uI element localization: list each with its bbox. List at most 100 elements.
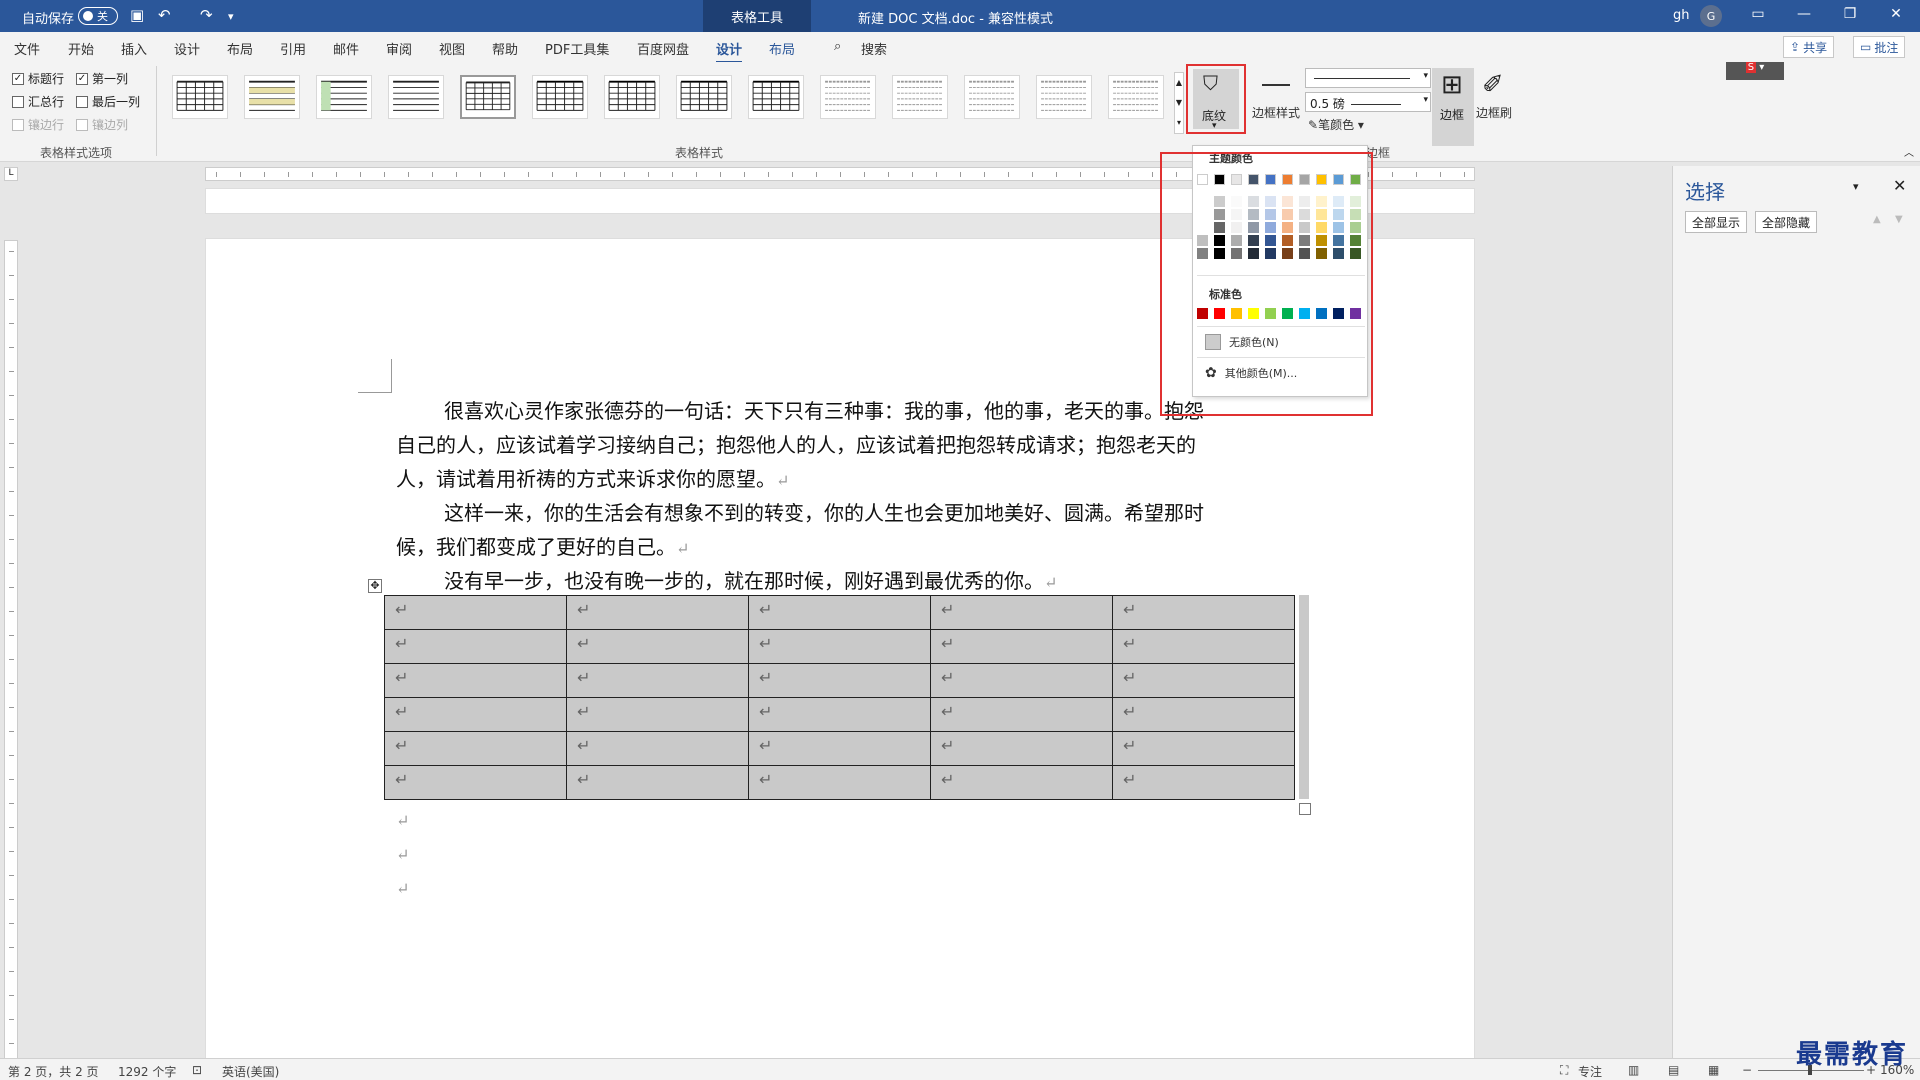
pen-color-button[interactable]: ✎笔颜色 ▾ <box>1308 116 1364 133</box>
move-down-icon[interactable]: ▼ <box>1895 214 1903 225</box>
table-style-thumb[interactable] <box>1108 75 1164 119</box>
table-cell[interactable]: ↵ <box>748 663 931 698</box>
tab-design[interactable]: 设计 <box>174 39 200 58</box>
border-styles-button[interactable]: 边框样式 <box>1252 104 1300 121</box>
table-cell[interactable]: ↵ <box>748 731 931 766</box>
minimize-icon[interactable]: — <box>1794 6 1814 22</box>
table-style-thumb[interactable] <box>964 75 1020 119</box>
tab-table-design[interactable]: 设计 <box>716 39 743 64</box>
table-cell[interactable]: ↵ <box>1112 731 1295 766</box>
document-table[interactable]: ↵ ↵ ↵ ↵ ↵ ↵ ↵ ↵ ↵ ↵ ↵ ↵ ↵ ↵ ↵ ↵ ↵ ↵ ↵ ↵ ↵ ↵ ↵ ↵ ↵ ↵ ↵ ↵ ↵ ↵ <box>384 595 1295 800</box>
pen-weight-select[interactable]: 0.5 磅 ▾ <box>1305 92 1431 112</box>
table-cell[interactable]: ↵ <box>566 697 749 732</box>
table-style-thumb[interactable] <box>1036 75 1092 119</box>
focus-mode[interactable]: 专注 <box>1578 1063 1602 1080</box>
line-style-select[interactable]: ▾ <box>1305 68 1431 88</box>
table-style-thumb[interactable] <box>388 75 444 119</box>
table-style-thumb[interactable] <box>676 75 732 119</box>
table-cell[interactable]: ↵ <box>566 595 749 630</box>
table-cell[interactable]: ↵ <box>384 697 567 732</box>
table-style-thumb[interactable] <box>460 75 516 119</box>
pane-options-icon[interactable]: ▾ <box>1853 180 1859 193</box>
table-resize-handle[interactable] <box>1299 803 1311 815</box>
table-style-thumb[interactable] <box>316 75 372 119</box>
comment-button[interactable]: ▭ 批注 <box>1853 36 1906 58</box>
banded-rows-checkbox[interactable]: 镶边行 <box>12 116 64 133</box>
table-cell[interactable]: ↵ <box>748 629 931 664</box>
table-cell[interactable]: ↵ <box>566 663 749 698</box>
table-cell[interactable]: ↵ <box>748 595 931 630</box>
proofing-icon[interactable]: ⊡ <box>192 1063 202 1077</box>
table-cell[interactable]: ↵ <box>566 765 749 800</box>
save-icon[interactable]: ▣ <box>130 6 144 24</box>
table-cell[interactable]: ↵ <box>1112 595 1295 630</box>
autosave-toggle[interactable]: 关 <box>78 7 118 25</box>
paragraph-line[interactable]: 很喜欢心灵作家张德芬的一句话：天下只有三种事：我的事，他的事，老天的事。抱怨 <box>444 395 1204 424</box>
table-style-thumb[interactable] <box>820 75 876 119</box>
tab-layout[interactable]: 布局 <box>227 39 253 58</box>
show-all-button[interactable]: 全部显示 <box>1685 211 1748 233</box>
search-icon[interactable]: ⌕ <box>834 39 841 54</box>
input-method-badge[interactable]: S ▾ <box>1726 62 1784 80</box>
word-count[interactable]: 1292 个字 <box>118 1063 176 1080</box>
tab-selector[interactable]: L <box>4 167 18 181</box>
table-style-thumb[interactable] <box>244 75 300 119</box>
page-count[interactable]: 第 2 页，共 2 页 <box>8 1063 99 1080</box>
ribbon-display-icon[interactable]: ▭ <box>1748 6 1768 22</box>
table-cell[interactable]: ↵ <box>566 731 749 766</box>
paragraph-line[interactable]: 人，请试着用祈祷的方式来诉求你的愿望。↵ <box>396 463 789 492</box>
table-cell[interactable]: ↵ <box>930 663 1113 698</box>
close-icon[interactable]: ✕ <box>1886 6 1906 22</box>
table-cell[interactable]: ↵ <box>384 629 567 664</box>
table-cell[interactable]: ↵ <box>930 765 1113 800</box>
table-move-handle[interactable]: ✥ <box>368 579 382 593</box>
paragraph-mark[interactable]: ↵ <box>396 811 409 830</box>
table-cell[interactable]: ↵ <box>384 731 567 766</box>
tab-mailings[interactable]: 邮件 <box>333 39 359 58</box>
table-cell[interactable]: ↵ <box>1112 765 1295 800</box>
vertical-ruler[interactable] <box>4 240 18 1070</box>
table-cell[interactable]: ↵ <box>930 697 1113 732</box>
banded-columns-checkbox[interactable]: 镶边列 <box>76 116 128 133</box>
restore-icon[interactable]: ❐ <box>1840 6 1860 22</box>
collapse-ribbon-icon[interactable]: ︿ <box>1904 144 1914 159</box>
search-label[interactable]: 搜索 <box>861 39 887 58</box>
table-style-thumb[interactable] <box>604 75 660 119</box>
share-button[interactable]: ⇪ 共享 <box>1783 36 1835 58</box>
header-row-checkbox[interactable]: ✓ 标题行 <box>12 70 64 87</box>
last-column-checkbox[interactable]: 最后一列 <box>76 93 140 110</box>
paragraph-line[interactable]: 候，我们都变成了更好的自己。↵ <box>396 531 689 560</box>
table-cell[interactable]: ↵ <box>930 595 1113 630</box>
table-cell[interactable]: ↵ <box>566 629 749 664</box>
tab-references[interactable]: 引用 <box>280 39 306 58</box>
hide-all-button[interactable]: 全部隐藏 <box>1755 211 1818 233</box>
table-cell[interactable]: ↵ <box>748 765 931 800</box>
paragraph-mark[interactable]: ↵ <box>396 879 409 898</box>
undo-icon[interactable]: ↶ <box>158 6 171 24</box>
print-layout-icon[interactable]: ▤ <box>1668 1063 1679 1077</box>
focus-icon[interactable]: ⛶ <box>1560 1063 1568 1078</box>
tab-pdf-tools[interactable]: PDF工具集 <box>545 39 609 58</box>
web-layout-icon[interactable]: ▦ <box>1708 1063 1719 1077</box>
table-cell[interactable]: ↵ <box>1112 697 1295 732</box>
pane-close-icon[interactable]: ✕ <box>1893 176 1906 195</box>
tab-view[interactable]: 视图 <box>439 39 465 58</box>
tab-help[interactable]: 帮助 <box>492 39 518 58</box>
table-style-thumb[interactable] <box>532 75 588 119</box>
table-style-thumb[interactable] <box>172 75 228 119</box>
tab-home[interactable]: 开始 <box>68 39 94 58</box>
table-cell[interactable]: ↵ <box>384 595 567 630</box>
table-cell[interactable]: ↵ <box>930 629 1113 664</box>
table-cell[interactable]: ↵ <box>748 697 931 732</box>
table-cell[interactable]: ↵ <box>930 731 1113 766</box>
shading-button[interactable]: ⛉ 底纹 ▾ <box>1186 64 1246 134</box>
table-cell[interactable]: ↵ <box>384 765 567 800</box>
paragraph-mark[interactable]: ↵ <box>396 845 409 864</box>
tab-file[interactable]: 文件 <box>14 39 40 58</box>
borders-button[interactable]: ⊞ 边框 <box>1432 68 1474 146</box>
paragraph-line[interactable]: 没有早一步，也没有晚一步的，就在那时候，刚好遇到最优秀的你。↵ <box>444 565 1057 594</box>
user-name[interactable]: gh <box>1673 8 1690 23</box>
border-painter-icon[interactable]: ✐ <box>1482 70 1504 100</box>
table-cell[interactable]: ↵ <box>384 663 567 698</box>
table-cell[interactable]: ↵ <box>1112 663 1295 698</box>
